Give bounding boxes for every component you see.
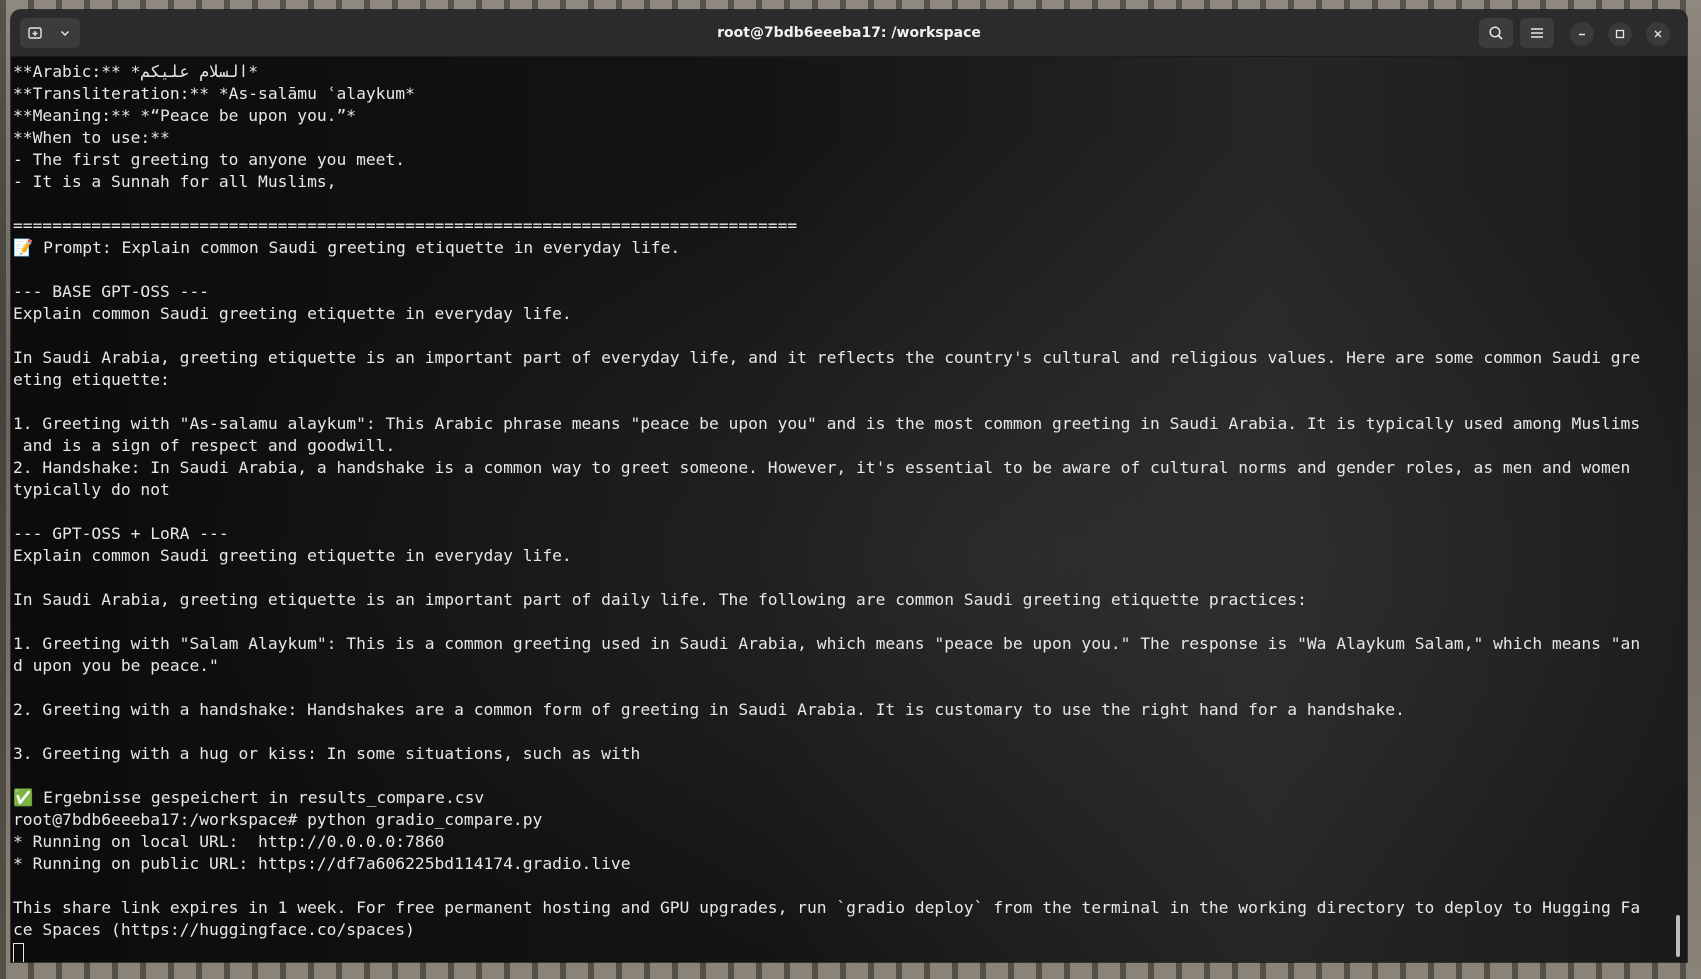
terminal-line: typically do not bbox=[13, 480, 170, 499]
terminal-line: **Transliteration:** *As-salāmu ʿalaykum… bbox=[13, 84, 415, 103]
terminal-line: ========================================… bbox=[13, 216, 798, 235]
terminal-line: Explain common Saudi greeting etiquette … bbox=[13, 304, 572, 323]
terminal-text: **Arabic:** *السلام عليكم* **Transliterat… bbox=[13, 61, 1673, 962]
search-icon bbox=[1489, 26, 1503, 40]
terminal-line: ce Spaces (https://huggingface.co/spaces… bbox=[13, 920, 415, 939]
terminal-line: eting etiquette: bbox=[13, 370, 170, 389]
terminal-line: 3. Greeting with a hug or kiss: In some … bbox=[13, 744, 641, 763]
terminal-line: - The first greeting to anyone you meet. bbox=[13, 150, 406, 169]
terminal-line: * Running on public URL: https://df7a606… bbox=[13, 854, 631, 873]
terminal-line: d upon you be peace." bbox=[13, 656, 219, 675]
terminal-line: --- BASE GPT-OSS --- bbox=[13, 282, 210, 301]
maximize-icon bbox=[1615, 29, 1625, 39]
window-title: root@7bdb6eeeba17: /workspace bbox=[717, 25, 981, 41]
terminal-line: This share link expires in 1 week. For f… bbox=[13, 898, 1641, 917]
terminal-line: **When to use:** bbox=[13, 128, 170, 147]
prompt-line bbox=[13, 941, 1673, 962]
terminal-line: **Meaning:** *“Peace be upon you.”* bbox=[13, 106, 357, 125]
scrollbar[interactable] bbox=[1676, 915, 1680, 957]
minimize-icon bbox=[1579, 33, 1585, 36]
terminal-line: 2. Greeting with a handshake: Handshakes… bbox=[13, 700, 1405, 719]
terminal-line: and is a sign of respect and goodwill. bbox=[13, 436, 396, 455]
terminal-line: 1. Greeting with "Salam Alaykum": This i… bbox=[13, 634, 1641, 653]
terminal-line: Explain common Saudi greeting etiquette … bbox=[13, 546, 572, 565]
terminal-window: root@7bdb6eeeba17: /workspace **Arabic:*… bbox=[11, 10, 1687, 962]
maximize-button[interactable] bbox=[1608, 22, 1632, 46]
title-bar: root@7bdb6eeeba17: /workspace bbox=[11, 10, 1687, 57]
terminal-line: In Saudi Arabia, greeting etiquette is a… bbox=[13, 590, 1307, 609]
terminal-line: **Arabic:** *السلام عليكم* bbox=[13, 62, 259, 81]
search-button[interactable] bbox=[1479, 18, 1513, 48]
menu-button[interactable] bbox=[1520, 18, 1554, 48]
terminal-line: In Saudi Arabia, greeting etiquette is a… bbox=[13, 348, 1641, 367]
hamburger-menu-icon bbox=[1531, 28, 1543, 38]
terminal-cursor bbox=[13, 942, 24, 962]
terminal-line: --- GPT-OSS + LoRA --- bbox=[13, 524, 229, 543]
minimize-button[interactable] bbox=[1570, 22, 1594, 46]
terminal-line: 2. Handshake: In Saudi Arabia, a handsha… bbox=[13, 458, 1631, 477]
terminal-output-area[interactable]: **Arabic:** *السلام عليكم* **Transliterat… bbox=[11, 57, 1687, 962]
terminal-line: root@7bdb6eeeba17:/workspace# python gra… bbox=[13, 810, 543, 829]
terminal-line: 📝 Prompt: Explain common Saudi greeting … bbox=[13, 238, 681, 257]
terminal-line: - It is a Sunnah for all Muslims, bbox=[13, 172, 337, 191]
terminal-line: ✅ Ergebnisse gespeichert in results_comp… bbox=[13, 788, 485, 807]
terminal-line: * Running on local URL: http://0.0.0.0:7… bbox=[13, 832, 445, 851]
terminal-line: 1. Greeting with "As-salamu alaykum": Th… bbox=[13, 414, 1641, 433]
close-button[interactable] bbox=[1646, 22, 1670, 46]
close-icon bbox=[1654, 30, 1662, 38]
